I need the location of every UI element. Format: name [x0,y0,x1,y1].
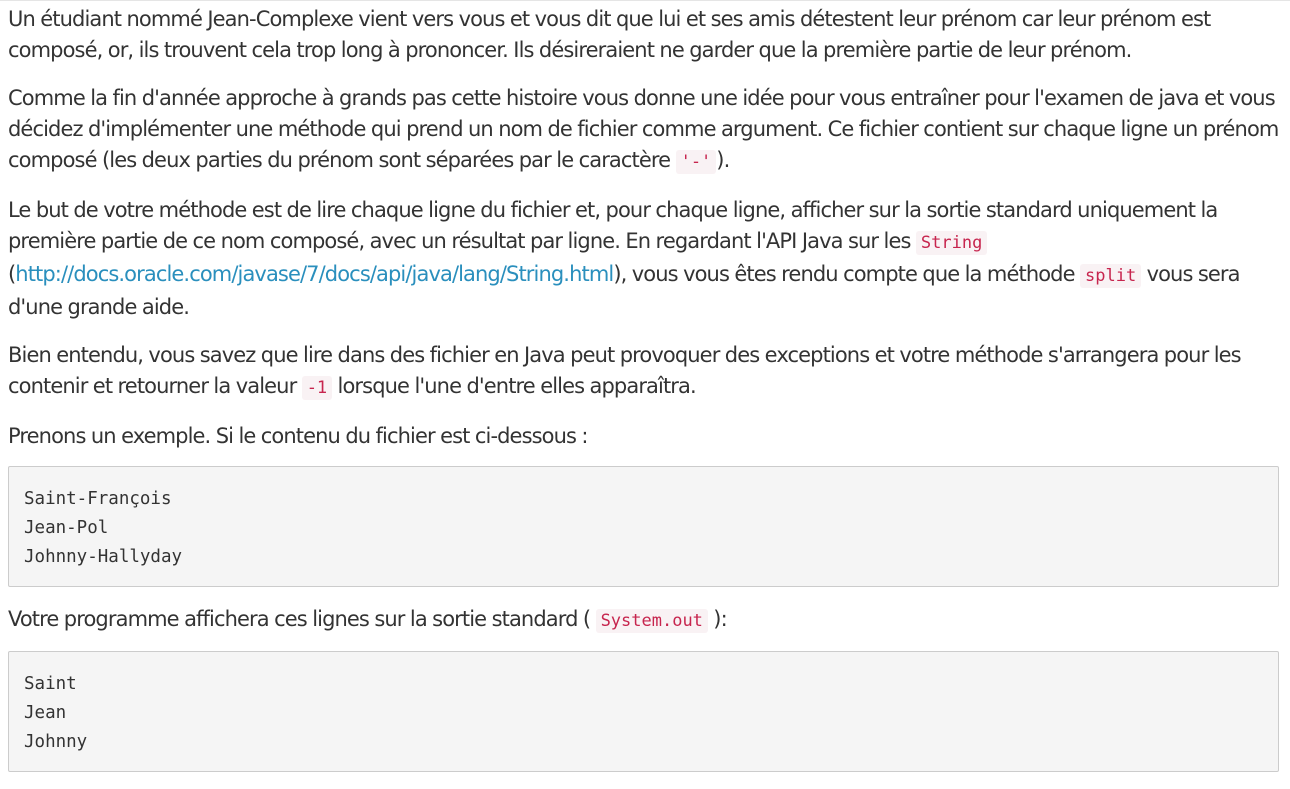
inline-code-system-out: System.out [595,609,708,633]
code-line: Saint [24,674,77,694]
paragraph-task: Comme la fin d'année approche à grands p… [8,83,1284,178]
code-line: Jean-Pol [24,518,109,538]
code-line: Saint-François [24,489,172,509]
code-line: Johnny [24,732,88,752]
inline-code-split: split [1080,264,1142,288]
output-code-block: Saint Jean Johnny [8,651,1279,772]
paragraph-exceptions: Bien entendu, vous savez que lire dans d… [8,340,1284,404]
inline-code-dash: '-' [675,150,717,174]
paragraph-task-text: Comme la fin d'année approche à grands p… [8,86,1279,172]
code-line: Johnny-Hallyday [24,547,183,567]
paragraph-goal-text-a: Le but de votre méthode est de lire chaq… [8,198,1218,253]
paragraph-goal-text-c: ), vous vous êtes rendu compte que la mé… [613,262,1080,286]
paragraph-output: Votre programme affichera ces lignes sur… [8,604,1284,637]
paragraph-output-text-b: ): [707,607,727,631]
paragraph-task-end: ). [716,148,730,172]
code-line: Jean [24,703,67,723]
document-body: Un étudiant nommé Jean-Complexe vient ve… [8,4,1284,789]
paragraph-example: Prenons un exemple. Si le contenu du fic… [8,424,589,448]
paragraph-goal: Le but de votre méthode est de lire chaq… [8,195,1284,323]
inline-code-string: String [915,231,988,255]
string-api-link[interactable]: http://docs.oracle.com/javase/7/docs/api… [15,262,614,286]
paragraph-exceptions-text-b: lorsque l'une d'entre elles apparaîtra. [332,374,697,398]
paragraph-output-text-a: Votre programme affichera ces lignes sur… [8,607,596,631]
paragraph-intro: Un étudiant nommé Jean-Complexe vient ve… [8,7,1211,62]
input-file-code-block: Saint-François Jean-Pol Johnny-Hallyday [8,466,1279,587]
inline-code-minus-one: -1 [301,376,333,400]
